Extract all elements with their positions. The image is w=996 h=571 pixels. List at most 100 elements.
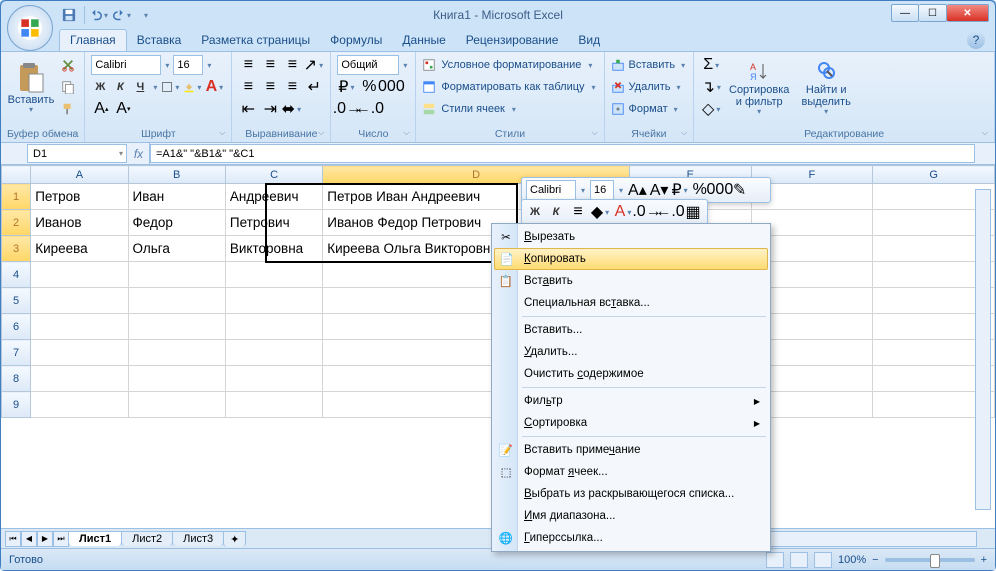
col-header-c[interactable]: C <box>225 166 322 184</box>
row-header-5[interactable]: 5 <box>2 288 31 314</box>
format-as-table-button[interactable]: Форматировать как таблицу▾ <box>422 77 597 97</box>
cell[interactable]: Иванов <box>31 210 128 236</box>
ctx-cut[interactable]: ✂Вырезать <box>494 226 768 248</box>
paste-button[interactable]: Вставить ▾ <box>7 55 55 121</box>
mini-italic-button[interactable]: К <box>547 206 565 218</box>
italic-button[interactable]: К <box>111 81 129 93</box>
maximize-button[interactable]: ☐ <box>919 4 947 22</box>
tab-view[interactable]: Вид <box>568 30 610 51</box>
minimize-button[interactable]: — <box>891 4 919 22</box>
ctx-sort[interactable]: Сортировка▶ <box>494 412 768 434</box>
mini-grow-font-icon[interactable]: A▴ <box>628 180 647 200</box>
shrink-font-icon[interactable]: A▾ <box>113 99 133 119</box>
ctx-filter[interactable]: Фильтр▶ <box>494 390 768 412</box>
ctx-paste-special[interactable]: Специальная вставка... <box>494 292 768 314</box>
wrap-text-icon[interactable]: ↵ <box>304 77 324 97</box>
percent-icon[interactable]: % <box>359 77 379 97</box>
ctx-clear[interactable]: Очистить содержимое <box>494 363 768 385</box>
fill-color-icon[interactable]: ▾ <box>183 77 203 97</box>
row-header-2[interactable]: 2 <box>2 210 31 236</box>
tab-home[interactable]: Главная <box>59 29 127 51</box>
merge-icon[interactable]: ⬌▾ <box>282 99 302 119</box>
comma-icon[interactable]: 000 <box>381 77 401 97</box>
fx-icon[interactable]: fx <box>128 143 150 164</box>
orientation-icon[interactable]: ↗▾ <box>304 55 324 75</box>
new-sheet-icon[interactable]: ✦ <box>223 531 246 547</box>
increase-indent-icon[interactable]: ⇥ <box>260 99 280 119</box>
copy-icon[interactable] <box>58 77 78 97</box>
zoom-level[interactable]: 100% <box>838 554 866 566</box>
sheet-nav-prev-icon[interactable]: ◀ <box>21 531 37 547</box>
mini-inc-decimal-icon[interactable]: .0→ <box>637 202 657 222</box>
sheet-nav-first-icon[interactable]: ⏮ <box>5 531 21 547</box>
font-color-icon[interactable]: A▾ <box>205 77 225 97</box>
col-header-a[interactable]: A <box>31 166 128 184</box>
mini-currency-icon[interactable]: ₽▾ <box>671 180 689 200</box>
vertical-scrollbar[interactable] <box>975 189 991 510</box>
fill-icon[interactable]: ↴▾ <box>700 77 724 97</box>
autosum-icon[interactable]: Σ▾ <box>700 55 724 75</box>
row-header-9[interactable]: 9 <box>2 392 31 418</box>
office-button[interactable] <box>7 5 53 51</box>
cell[interactable]: Викторовна <box>225 236 322 262</box>
row-header-6[interactable]: 6 <box>2 314 31 340</box>
cell[interactable]: Киреева <box>31 236 128 262</box>
align-center-icon[interactable]: ≡ <box>260 77 280 97</box>
align-top-icon[interactable]: ≡ <box>238 55 258 75</box>
borders-icon[interactable]: ▾ <box>161 77 181 97</box>
tab-data[interactable]: Данные <box>392 30 455 51</box>
ctx-comment[interactable]: 📝Вставить примечание <box>494 439 768 461</box>
cell[interactable]: Ольга <box>128 236 225 262</box>
cell[interactable]: Федор <box>128 210 225 236</box>
underline-button[interactable]: Ч <box>131 81 149 93</box>
redo-icon[interactable]: ▾ <box>113 5 133 25</box>
undo-icon[interactable]: ▾ <box>90 5 110 25</box>
cell[interactable]: Петров <box>31 184 128 210</box>
insert-cells-button[interactable]: Вставить▾ <box>611 55 688 75</box>
ctx-copy[interactable]: 📄Копировать <box>494 248 768 270</box>
close-button[interactable]: ✕ <box>947 4 989 22</box>
help-icon[interactable]: ? <box>967 31 985 49</box>
font-name-input[interactable] <box>91 55 161 75</box>
row-header-1[interactable]: 1 <box>2 184 31 210</box>
mini-format-painter-icon[interactable]: ✎ <box>733 180 746 200</box>
row-header-7[interactable]: 7 <box>2 340 31 366</box>
ctx-format-cells[interactable]: ⬚Формат ячеек... <box>494 461 768 483</box>
mini-shrink-font-icon[interactable]: A▾ <box>650 180 669 200</box>
conditional-formatting-button[interactable]: Условное форматирование▾ <box>422 55 594 75</box>
cell[interactable]: Иван <box>128 184 225 210</box>
ctx-dropdown-list[interactable]: Выбрать из раскрывающегося списка... <box>494 483 768 505</box>
mini-align-center-icon[interactable]: ≡ <box>568 202 588 222</box>
tab-review[interactable]: Рецензирование <box>456 30 569 51</box>
ctx-insert[interactable]: Вставить... <box>494 319 768 341</box>
save-icon[interactable] <box>59 5 79 25</box>
align-bottom-icon[interactable]: ≡ <box>282 55 302 75</box>
formula-input[interactable]: =A1&" "&B1&" "&C1 <box>150 144 975 163</box>
align-middle-icon[interactable]: ≡ <box>260 55 280 75</box>
cell[interactable]: Андреевич <box>225 184 322 210</box>
tab-formulas[interactable]: Формулы <box>320 30 392 51</box>
cut-icon[interactable] <box>58 55 78 75</box>
select-all-corner[interactable] <box>2 166 31 184</box>
ctx-paste[interactable]: 📋Вставить <box>494 270 768 292</box>
row-header-3[interactable]: 3 <box>2 236 31 262</box>
row-header-8[interactable]: 8 <box>2 366 31 392</box>
mini-bold-button[interactable]: Ж <box>526 206 544 218</box>
tab-insert[interactable]: Вставка <box>127 30 192 51</box>
normal-view-icon[interactable] <box>766 552 784 568</box>
page-layout-view-icon[interactable] <box>790 552 808 568</box>
sheet-tab-2[interactable]: Лист2 <box>121 531 173 546</box>
mini-fill-color-icon[interactable]: ◆▾ <box>591 202 611 222</box>
sheet-tab-3[interactable]: Лист3 <box>172 531 224 546</box>
clear-icon[interactable]: ◇▾ <box>700 99 724 119</box>
zoom-out-icon[interactable]: − <box>872 554 878 566</box>
delete-cells-button[interactable]: Удалить▾ <box>611 77 683 97</box>
format-cells-button[interactable]: Формат▾ <box>611 99 680 119</box>
mini-font-color-icon[interactable]: A▾ <box>614 202 634 222</box>
zoom-slider[interactable] <box>885 558 975 562</box>
col-header-g[interactable]: G <box>873 166 995 184</box>
sheet-nav-last-icon[interactable]: ⏭ <box>53 531 69 547</box>
tab-page-layout[interactable]: Разметка страницы <box>191 30 320 51</box>
mini-font-size[interactable] <box>590 180 614 200</box>
align-left-icon[interactable]: ≡ <box>238 77 258 97</box>
